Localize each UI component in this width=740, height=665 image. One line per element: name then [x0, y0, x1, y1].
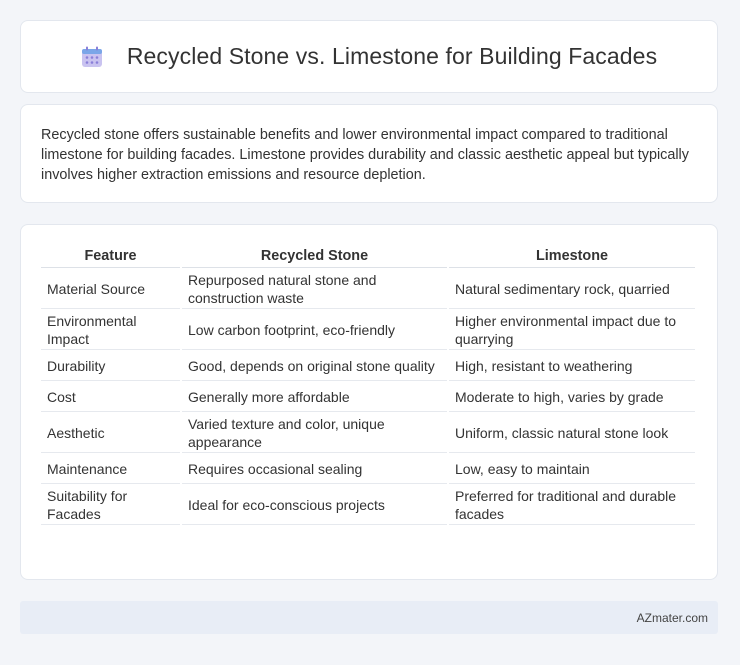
recycled-stone-cell: Generally more affordable	[182, 383, 447, 412]
footer-bar: AZmater.com	[20, 601, 718, 634]
limestone-cell: High, resistant to weathering	[449, 352, 695, 381]
table-row: Suitability for Facades Ideal for eco-co…	[41, 486, 695, 525]
recycled-stone-cell: Ideal for eco-conscious projects	[182, 486, 447, 525]
recycled-stone-cell: Varied texture and color, unique appeara…	[182, 414, 447, 453]
table-row: Durability Good, depends on original sto…	[41, 352, 695, 381]
calendar-grid-icon	[81, 46, 103, 68]
header-recycled-stone: Recycled Stone	[182, 245, 447, 268]
table-row: Maintenance Requires occasional sealing …	[41, 455, 695, 484]
table-row: Cost Generally more affordable Moderate …	[41, 383, 695, 412]
header-limestone: Limestone	[449, 245, 695, 268]
table-header-row: Feature Recycled Stone Limestone	[41, 245, 695, 268]
table-row: Environmental Impact Low carbon footprin…	[41, 311, 695, 350]
feature-cell: Maintenance	[41, 455, 180, 484]
header-feature: Feature	[41, 245, 180, 268]
recycled-stone-cell: Good, depends on original stone quality	[182, 352, 447, 381]
limestone-cell: Preferred for traditional and durable fa…	[449, 486, 695, 525]
limestone-cell: Higher environmental impact due to quarr…	[449, 311, 695, 350]
limestone-cell: Low, easy to maintain	[449, 455, 695, 484]
recycled-stone-cell: Low carbon footprint, eco-friendly	[182, 311, 447, 350]
limestone-cell: Natural sedimentary rock, quarried	[449, 270, 695, 309]
recycled-stone-cell: Requires occasional sealing	[182, 455, 447, 484]
comparison-table: Feature Recycled Stone Limestone Materia…	[39, 243, 697, 527]
feature-cell: Material Source	[41, 270, 180, 309]
feature-cell: Cost	[41, 383, 180, 412]
comparison-table-card: Feature Recycled Stone Limestone Materia…	[20, 224, 718, 580]
limestone-cell: Moderate to high, varies by grade	[449, 383, 695, 412]
footer-source: AZmater.com	[636, 610, 708, 625]
table-row: Aesthetic Varied texture and color, uniq…	[41, 414, 695, 453]
feature-cell: Environmental Impact	[41, 311, 180, 350]
feature-cell: Suitability for Facades	[41, 486, 180, 525]
feature-cell: Durability	[41, 352, 180, 381]
summary-text: Recycled stone offers sustainable benefi…	[41, 127, 689, 183]
limestone-cell: Uniform, classic natural stone look	[449, 414, 695, 453]
title-card: Recycled Stone vs. Limestone for Buildin…	[20, 20, 718, 93]
recycled-stone-cell: Repurposed natural stone and constructio…	[182, 270, 447, 309]
summary-card: Recycled stone offers sustainable benefi…	[20, 104, 718, 203]
page-title: Recycled Stone vs. Limestone for Buildin…	[126, 43, 658, 69]
feature-cell: Aesthetic	[41, 414, 180, 453]
table-row: Material Source Repurposed natural stone…	[41, 270, 695, 309]
